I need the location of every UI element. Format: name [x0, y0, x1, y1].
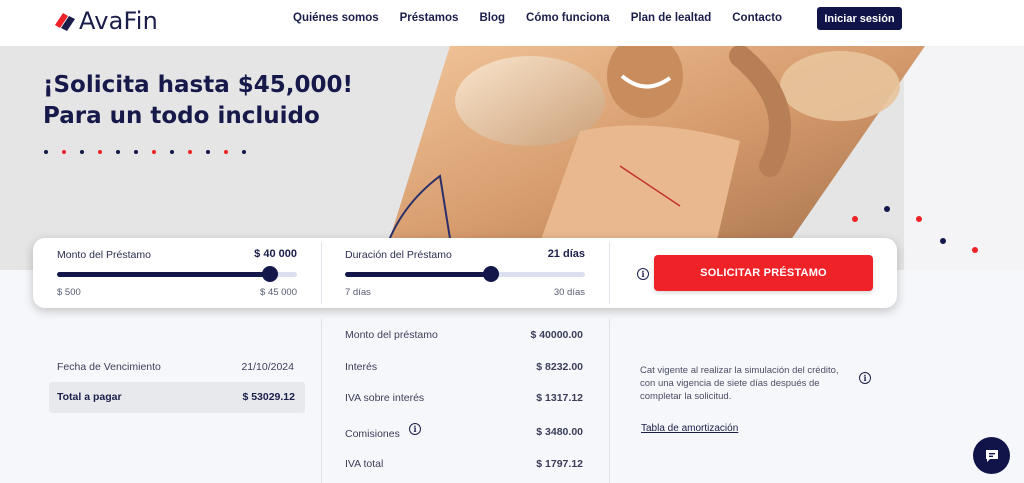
- info-icon[interactable]: i: [637, 268, 649, 280]
- decoration-dot: [972, 247, 978, 253]
- amount-min: $ 500: [57, 287, 81, 298]
- login-button[interactable]: Iniciar sesión: [817, 7, 902, 30]
- breakdown-value: $ 1317.12: [536, 392, 583, 404]
- amount-slider-thumb[interactable]: [262, 266, 279, 282]
- amount-label: Monto del Préstamo: [57, 249, 151, 261]
- hero-photo: [380, 46, 925, 270]
- brand-logo[interactable]: AvaFin: [54, 7, 158, 35]
- amount-max: $ 45 000: [260, 287, 297, 298]
- amount-value: $ 40 000: [254, 248, 297, 260]
- duration-label: Duración del Préstamo: [345, 249, 452, 261]
- loan-calculator: Monto del Préstamo $ 40 000 $ 500 $ 45 0…: [33, 238, 897, 308]
- nav-item-loans[interactable]: Préstamos: [400, 11, 459, 25]
- total-to-pay-row: Total a pagar $ 53029.12: [49, 382, 305, 413]
- duration-max: 30 días: [553, 287, 585, 298]
- duration-value: 21 días: [547, 248, 585, 260]
- hero-banner: ¡Solicita hasta $45,000! Para un todo in…: [0, 46, 1024, 270]
- hero-title-line1: ¡Solicita hasta $45,000!: [43, 72, 354, 98]
- info-icon[interactable]: i: [409, 423, 421, 435]
- total-value: $ 53029.12: [242, 391, 295, 403]
- amount-slider-block: Monto del Préstamo $ 40 000 $ 500 $ 45 0…: [33, 238, 321, 308]
- chat-icon: [985, 449, 998, 462]
- amount-slider-fill: [57, 272, 271, 277]
- nav-item-contact[interactable]: Contacto: [732, 11, 782, 25]
- duration-slider-fill: [345, 272, 492, 277]
- logo-icon: [54, 11, 76, 31]
- site-header: AvaFin Quiénes somos Préstamos Blog Cómo…: [0, 0, 1024, 46]
- decoration-dot: [852, 216, 858, 222]
- info-icon[interactable]: i: [859, 372, 871, 384]
- breakdown-value: $ 3480.00: [536, 426, 583, 438]
- nav-item-loyalty[interactable]: Plan de lealtad: [631, 11, 712, 25]
- decoration-dot: [884, 206, 890, 212]
- breakdown-label: IVA sobre interés: [345, 392, 425, 404]
- amount-slider[interactable]: [57, 266, 297, 282]
- divider: [609, 242, 610, 304]
- cat-note: Cat vigente al realizar la simulación de…: [640, 365, 839, 402]
- due-date-value: 21/10/2024: [241, 361, 294, 373]
- decoration-dot: [916, 216, 922, 222]
- breakdown-value: $ 1797.12: [536, 458, 583, 470]
- duration-min: 7 días: [345, 287, 371, 298]
- due-date-label: Fecha de Vencimiento: [57, 361, 161, 373]
- duration-slider-thumb[interactable]: [483, 266, 500, 282]
- breakdown-value: $ 40000.00: [530, 329, 583, 341]
- main-nav: Quiénes somos Préstamos Blog Cómo funcio…: [293, 11, 803, 25]
- hero-dots-decoration: [44, 150, 260, 154]
- hero-title: ¡Solicita hasta $45,000! Para un todo in…: [43, 70, 353, 132]
- brand-name: AvaFin: [79, 7, 159, 35]
- amortization-table-link[interactable]: Tabla de amortización: [641, 423, 738, 434]
- hero-title-line2: Para un todo incluido: [43, 103, 320, 129]
- breakdown-label: IVA total: [345, 458, 384, 470]
- breakdown-value: $ 8232.00: [536, 361, 583, 373]
- duration-slider[interactable]: [345, 266, 585, 282]
- summary-divider: [321, 318, 322, 483]
- nav-item-how-it-works[interactable]: Cómo funciona: [526, 11, 610, 25]
- breakdown-label: Monto del préstamo: [345, 329, 438, 341]
- nav-item-blog[interactable]: Blog: [479, 11, 505, 25]
- breakdown-label: Comisiones: [345, 428, 400, 440]
- breakdown-label: Interés: [345, 361, 378, 373]
- apply-loan-button[interactable]: SOLICITAR PRÉSTAMO: [654, 255, 873, 291]
- nav-item-about[interactable]: Quiénes somos: [293, 11, 379, 25]
- summary-divider: [609, 318, 610, 483]
- duration-slider-block: Duración del Préstamo 21 días 7 días 30 …: [321, 238, 609, 308]
- chat-button[interactable]: [973, 437, 1010, 474]
- decoration-dot: [940, 238, 946, 244]
- total-label: Total a pagar: [57, 391, 122, 403]
